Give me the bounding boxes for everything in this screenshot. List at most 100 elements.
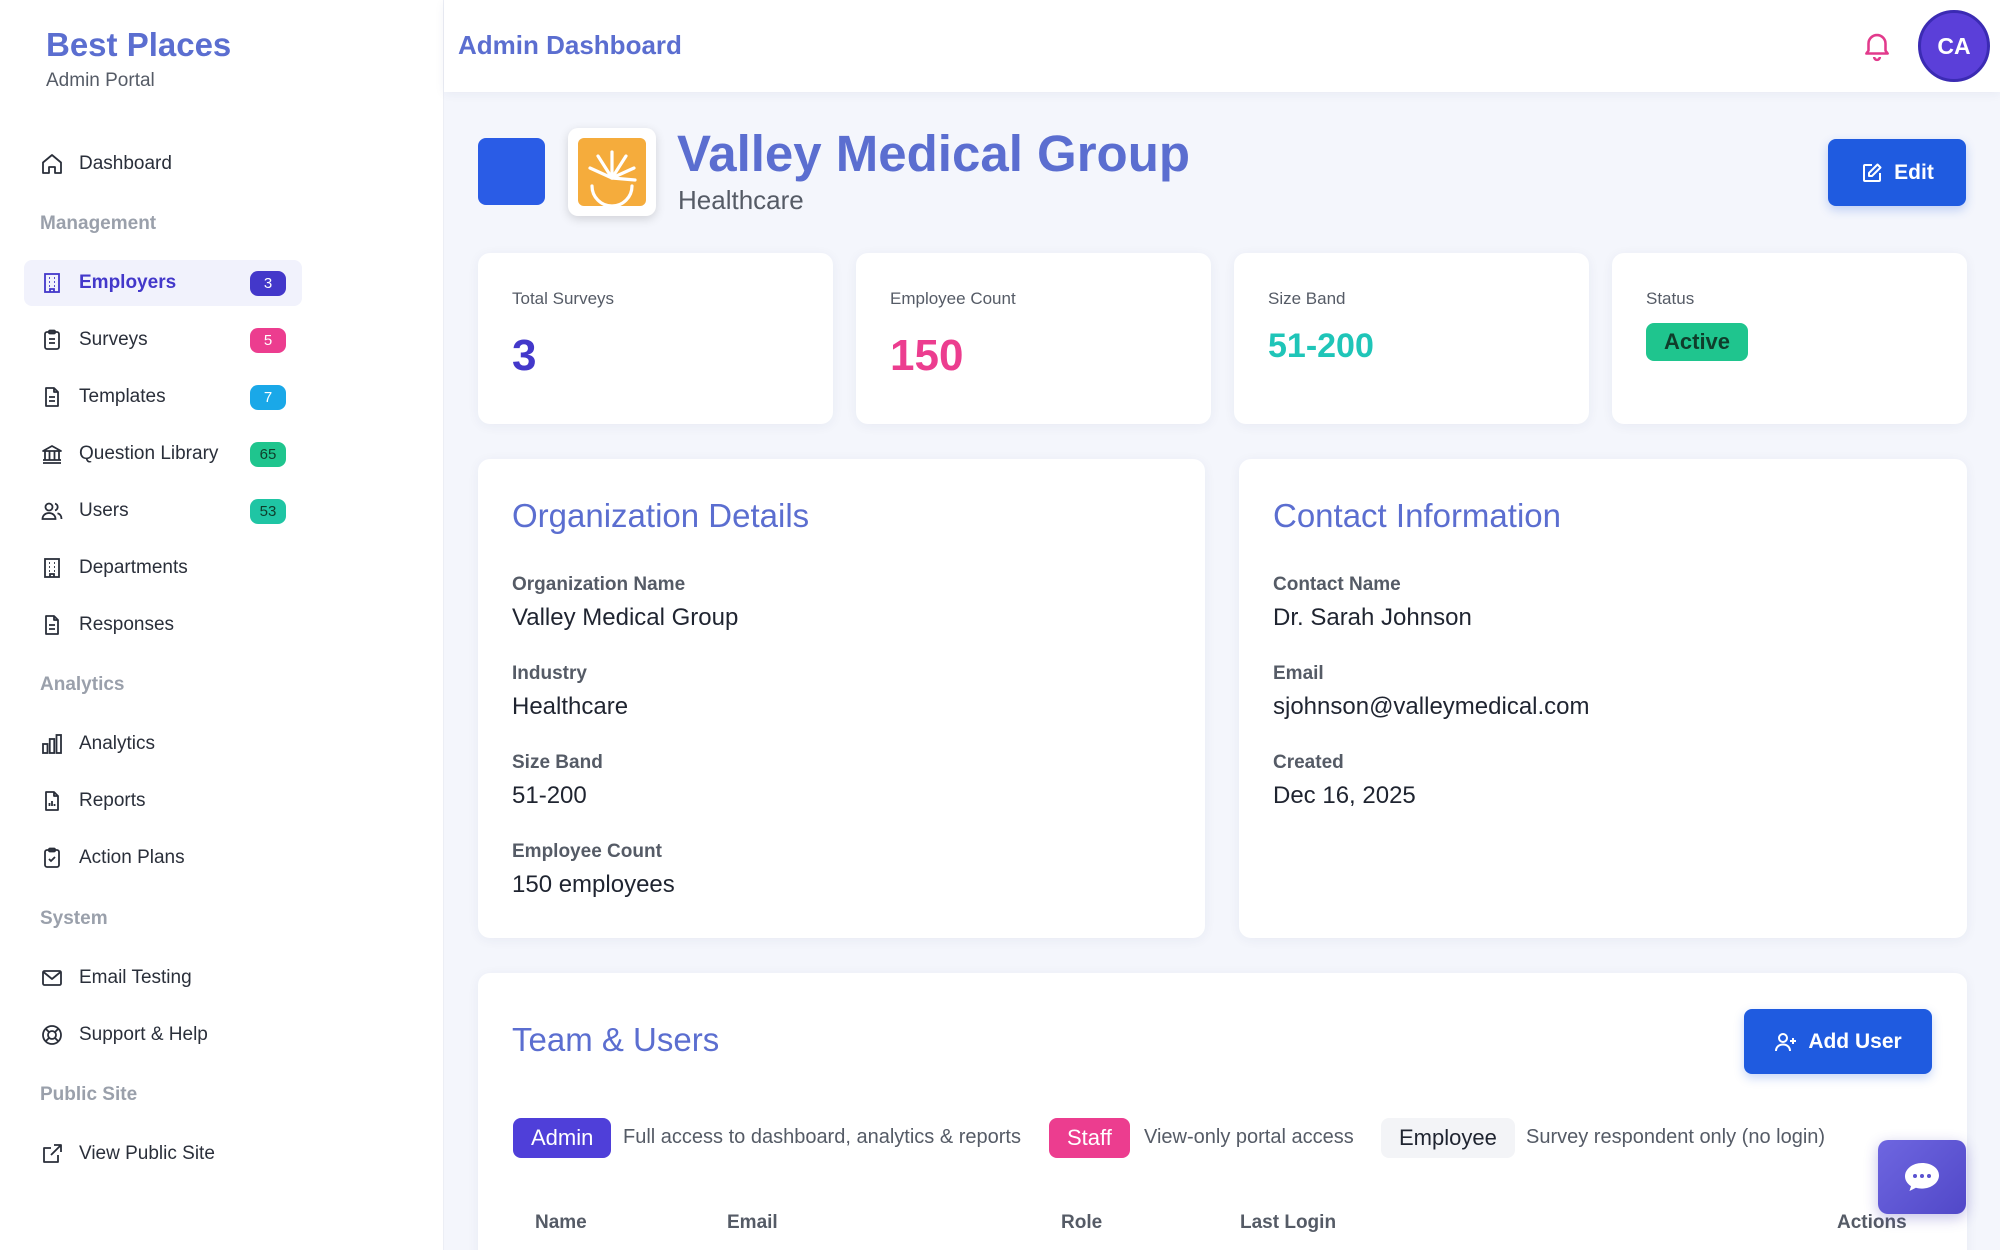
chat-bubble-icon xyxy=(1905,1163,1939,1191)
column-header-actions: Actions xyxy=(1837,1212,1907,1233)
role-description: View-only portal access xyxy=(1144,1126,1354,1148)
role-badge-admin: Admin xyxy=(513,1118,612,1158)
field-label: Size Band xyxy=(512,752,603,773)
field-value: Dr. Sarah Johnson xyxy=(1273,604,1472,631)
chat-button[interactable] xyxy=(1878,1140,1966,1214)
sidebar-item-label: Support & Help xyxy=(79,1024,208,1045)
column-header-name[interactable]: Name xyxy=(535,1212,587,1234)
sidebar-item-users[interactable]: Users 53 xyxy=(24,488,302,534)
stat-label: Size Band xyxy=(1268,289,1346,308)
sidebar-item-label: Dashboard xyxy=(79,153,172,174)
sidebar-item-label: Users xyxy=(79,500,129,521)
mail-icon xyxy=(40,966,64,990)
sidebar-item-surveys[interactable]: Surveys 5 xyxy=(24,317,302,363)
stat-card-status: Status Active xyxy=(1612,253,1967,424)
field-value: Healthcare xyxy=(512,693,629,720)
sidebar-item-departments[interactable]: Departments xyxy=(24,545,302,591)
role-description: Full access to dashboard, analytics & re… xyxy=(623,1126,1021,1148)
topbar-title: Admin Dashboard xyxy=(458,30,682,60)
field-label: Contact Name xyxy=(1273,574,1401,595)
field-label: Organization Name xyxy=(512,574,686,595)
edit-icon xyxy=(1863,163,1882,182)
column-header-last-login[interactable]: Last Login xyxy=(1240,1212,1336,1234)
field-value: 51-200 xyxy=(512,782,587,809)
contact-information-card: Contact Information Contact Name Dr. Sar… xyxy=(1239,459,1967,938)
role-description: Survey respondent only (no login) xyxy=(1526,1126,1826,1148)
sidebar-item-action-plans[interactable]: Action Plans xyxy=(24,835,302,881)
stat-label: Status xyxy=(1646,289,1695,308)
status-badge: Active xyxy=(1646,323,1749,361)
role-badge-employee: Employee xyxy=(1381,1118,1515,1158)
field-value: 150 employees xyxy=(512,871,675,898)
file-icon xyxy=(40,613,64,637)
clipboard-check-icon xyxy=(40,846,64,870)
building-icon xyxy=(40,556,64,580)
lifebuoy-icon xyxy=(40,1023,64,1047)
edit-button[interactable]: Edit xyxy=(1828,139,1966,206)
field-label: Created xyxy=(1273,752,1344,773)
sidebar-item-label: Surveys xyxy=(79,329,148,350)
file-icon xyxy=(40,385,64,409)
library-icon xyxy=(40,442,64,466)
column-header-email[interactable]: Email xyxy=(727,1212,778,1234)
sidebar-item-support[interactable]: Support & Help xyxy=(24,1012,302,1058)
stat-label: Total Surveys xyxy=(512,289,615,308)
org-logo xyxy=(568,128,656,216)
count-badge: 53 xyxy=(250,499,286,524)
sidebar-item-view-public-site[interactable]: View Public Site xyxy=(24,1131,302,1177)
sidebar-item-employers[interactable]: Employers 3 xyxy=(24,260,302,306)
stat-value: 51-200 xyxy=(1268,327,1374,365)
count-badge: 65 xyxy=(250,442,286,467)
sidebar-item-label: View Public Site xyxy=(79,1143,215,1164)
stat-label: Employee Count xyxy=(890,289,1016,308)
sidebar-item-label: Responses xyxy=(79,614,175,635)
brand-subtitle: Admin Portal xyxy=(46,70,155,91)
sidebar-item-label: Question Library xyxy=(79,443,219,464)
users-icon xyxy=(40,499,64,523)
building-icon xyxy=(40,271,64,295)
stat-value: 150 xyxy=(890,331,964,380)
page-title: Valley Medical Group xyxy=(677,125,1191,182)
bell-icon[interactable] xyxy=(1860,28,1894,62)
bar-chart-icon xyxy=(40,732,64,756)
section-label-analytics: Analytics xyxy=(40,674,125,695)
sidebar-item-email-testing[interactable]: Email Testing xyxy=(24,955,302,1001)
field-label: Employee Count xyxy=(512,841,662,862)
field-value: Valley Medical Group xyxy=(512,604,739,631)
sidebar-item-dashboard[interactable]: Dashboard xyxy=(24,141,302,187)
field-value: Dec 16, 2025 xyxy=(1273,782,1416,809)
column-header-role[interactable]: Role xyxy=(1061,1212,1102,1234)
sidebar-item-label: Analytics xyxy=(79,733,156,754)
add-user-button[interactable]: Add User xyxy=(1744,1009,1932,1074)
sidebar-item-label: Departments xyxy=(79,557,188,578)
field-label: Industry xyxy=(512,663,587,684)
report-icon xyxy=(40,789,64,813)
user-plus-icon xyxy=(1775,1032,1797,1051)
sidebar-item-responses[interactable]: Responses xyxy=(24,602,302,648)
field-label: Email xyxy=(1273,663,1324,684)
section-label-management: Management xyxy=(40,213,157,234)
add-user-label: Add User xyxy=(1808,1029,1902,1053)
stat-card-total-surveys: Total Surveys 3 xyxy=(478,253,833,424)
role-badge-staff: Staff xyxy=(1049,1118,1130,1158)
sidebar-item-label: Action Plans xyxy=(79,847,185,868)
organization-details-card: Organization Details Organization Name V… xyxy=(478,459,1205,938)
home-icon xyxy=(40,152,64,176)
sidebar: Best Places Admin Portal Dashboard Manag… xyxy=(0,0,444,1250)
sidebar-item-analytics[interactable]: Analytics xyxy=(24,721,302,767)
topbar: Admin Dashboard CA xyxy=(444,0,2000,92)
card-title: Contact Information xyxy=(1273,497,1561,534)
section-label-public-site: Public Site xyxy=(40,1084,138,1105)
sidebar-item-label: Templates xyxy=(79,386,166,407)
avatar[interactable]: CA xyxy=(1918,10,1990,82)
sidebar-item-reports[interactable]: Reports xyxy=(24,778,302,824)
stat-card-employee-count: Employee Count 150 xyxy=(856,253,1211,424)
sidebar-item-question-library[interactable]: Question Library 65 xyxy=(24,431,302,477)
clipboard-icon xyxy=(40,328,64,352)
count-badge: 7 xyxy=(250,385,286,410)
edit-button-label: Edit xyxy=(1894,160,1934,184)
sidebar-item-templates[interactable]: Templates 7 xyxy=(24,374,302,420)
stat-card-size-band: Size Band 51-200 xyxy=(1234,253,1589,424)
stat-value: 3 xyxy=(512,331,537,380)
sidebar-item-label: Email Testing xyxy=(79,967,192,988)
